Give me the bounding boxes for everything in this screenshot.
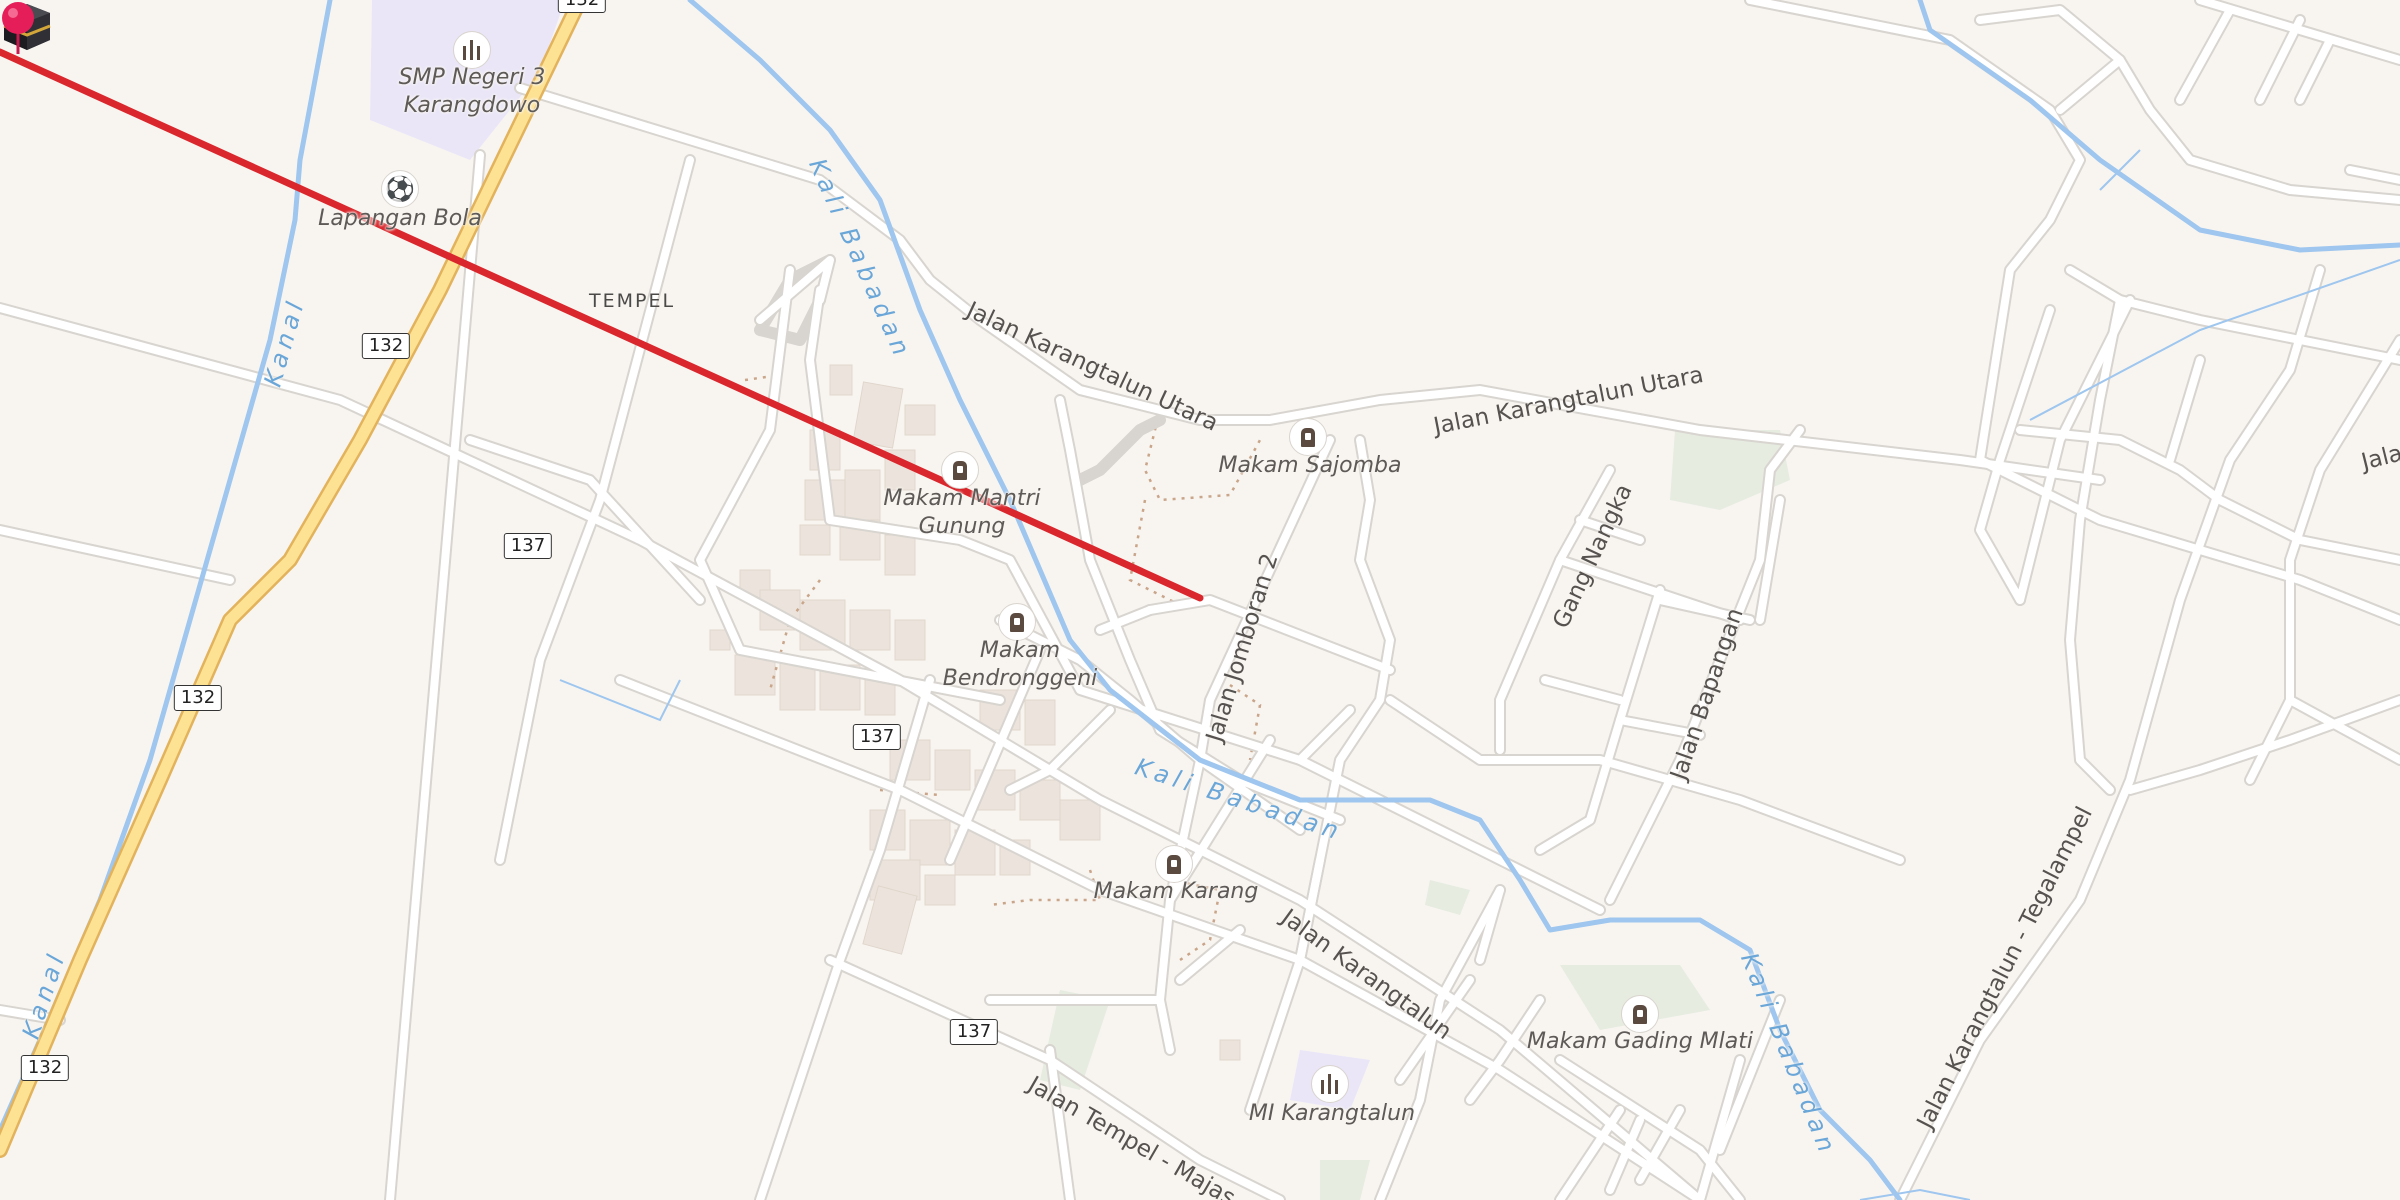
poi-label-line: SMP Negeri 3 [398,65,546,90]
poi-label-mi-karangtalun[interactable]: MI Karangtalun [1249,1100,1415,1128]
cemetery-icon[interactable] [941,451,979,489]
poi-label-lapangan-bola[interactable]: Lapangan Bola [318,205,482,233]
poi-label-line: Makam Mantri [883,486,1041,511]
poi-label-makam-sajomba[interactable]: Makam Sajomba [1218,452,1401,480]
poi-label-line: Lapangan Bola [318,206,482,231]
poi-label-line: MI Karangtalun [1248,1101,1416,1126]
poi-label-line: Gunung [918,514,1006,539]
highway-132 [0,0,586,1156]
route-shield-137: 137 [852,724,902,750]
map-base-layer [0,0,2400,1200]
route-shield-132: 132 [361,333,411,359]
poi-label-makam-mantri-gunung[interactable]: Makam Mantri Gunung [883,485,1040,541]
route-shield-137: 137 [949,1019,999,1045]
poi-label-makam-bendronggeni[interactable]: Makam Bendronggeni [943,637,1098,693]
poi-label-smp-negeri-3[interactable]: SMP Negeri 3 Karangdowo [399,64,546,120]
location-pin-icon[interactable] [0,0,36,56]
poi-label-line: Makam Gading Mlati [1527,1029,1753,1054]
poi-label-makam-karang[interactable]: Makam Karang [1094,878,1259,906]
map-canvas[interactable]: 132 132 132 132 137 137 137 TEMPEL SMP N… [0,0,2400,1200]
school-icon[interactable] [1311,1065,1349,1103]
poi-label-line: Makam Karang [1093,879,1259,904]
green-area-4 [1320,1160,1370,1200]
cemetery-icon[interactable] [998,603,1036,641]
cemetery-icon[interactable] [1289,418,1327,456]
poi-label-line: Makam [979,638,1061,663]
poi-label-line: Karangdowo [403,93,541,118]
route-shield-137: 137 [503,533,553,559]
route-shield-132: 132 [20,1055,70,1081]
soccer-field-icon[interactable]: ⚽ [381,170,419,208]
poi-label-makam-gading-mlati[interactable]: Makam Gading Mlati [1527,1028,1753,1056]
poi-label-line: Makam Sajomba [1218,453,1402,478]
place-label-tempel: TEMPEL [589,290,676,312]
poi-label-line: Bendronggeni [942,666,1098,691]
route-shield-132: 132 [173,685,223,711]
route-shield-132: 132 [557,0,607,13]
